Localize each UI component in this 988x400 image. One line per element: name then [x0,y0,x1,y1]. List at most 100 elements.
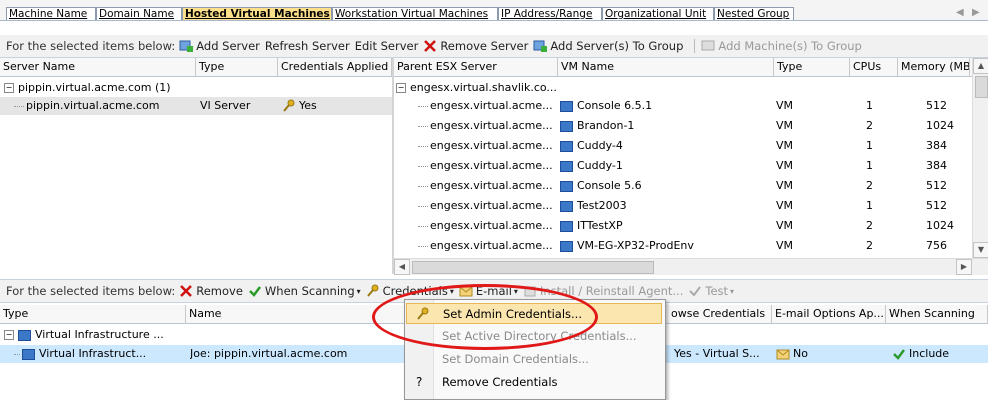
when-scanning-button[interactable]: When Scanning ▾ [248,284,361,298]
tab-machine-name[interactable]: Machine Name [6,7,96,20]
vm-type: VM [776,159,794,172]
col-type[interactable]: Type [196,58,278,76]
col-server-name[interactable]: Server Name [0,58,196,76]
remove-server-button[interactable]: Remove Server [423,39,528,53]
vm-icon [560,180,573,192]
collapse-icon[interactable]: − [396,83,406,93]
parent-esx-cell: engesx.virtual.acme... [418,97,556,115]
credentials-button[interactable]: Credentials ▾ [366,284,454,298]
col-vm-name[interactable]: VM Name [558,58,774,76]
table-row[interactable]: engesx.virtual.acme... Console 5.6 VM 2 … [394,177,972,195]
scroll-right-icon[interactable]: ▶ [956,259,972,275]
table-row[interactable]: engesx.virtual.acme... Cuddy-4 VM 1 384 [394,137,972,155]
col-parent-esx[interactable]: Parent ESX Server [394,58,558,76]
vm-memory: 384 [926,139,947,152]
scroll-thumb-h[interactable] [412,261,654,274]
horizontal-scrollbar[interactable]: ◀ ▶ [394,258,988,275]
vm-name-cell: ITTestXP [560,217,770,235]
tab-prev-icon[interactable]: ◀ [956,7,964,18]
vm-name-cell: Cuddy-1 [560,157,770,175]
tree-line [418,125,428,127]
server-row[interactable]: pippin.virtual.acme.com VI Server Yes [0,97,392,115]
tree-line [418,145,428,147]
tree-line [418,185,428,187]
tab-nested-group[interactable]: Nested Group [714,7,794,20]
vertical-scrollbar[interactable]: ▲ ▼ [972,58,988,258]
parent-esx-cell: engesx.virtual.acme... [418,177,556,195]
add-server-button[interactable]: Add Server [179,39,260,53]
table-row[interactable]: engesx.virtual.acme... VM-EG-XP32-ProdEn… [394,237,972,255]
key-icon [366,284,380,298]
vi-email-cell: No [776,345,884,363]
parent-esx-cell: engesx.virtual.acme... [418,157,556,175]
parent-esx: engesx.virtual.acme... [430,199,553,212]
vi-email: No [793,347,808,360]
col-type[interactable]: Type [0,305,186,323]
col-browse-credentials[interactable]: owse Credentials [668,305,772,323]
remove-button[interactable]: Remove [179,284,243,298]
check-icon [892,347,906,361]
col-memory[interactable]: Memory (MB [898,58,970,76]
menu-item-label: Set Admin Credentials... [443,307,582,321]
table-row[interactable]: engesx.virtual.acme... Brandon-1 VM 2 10… [394,117,972,135]
email-button[interactable]: E-mail ▾ [459,284,518,298]
tab-ip-address-range[interactable]: IP Address/Range [498,7,602,20]
tab-organizational-unit[interactable]: Organizational Unit [602,7,714,20]
tab-domain-name[interactable]: Domain Name [96,7,182,20]
collapse-icon[interactable]: − [4,83,14,93]
add-server-label: Add Server [196,39,260,53]
vm-cpus: 1 [866,199,873,212]
add-machines-to-group-button[interactable]: Add Machine(s) To Group [701,39,862,53]
parent-esx-cell: engesx.virtual.acme... [418,117,556,135]
refresh-server-button[interactable]: Refresh Server [265,39,350,53]
tab-workstation-virtual-machines[interactable]: Workstation Virtual Machines [332,7,498,20]
tab-next-icon[interactable]: ▶ [972,7,980,18]
col-when-scanning[interactable]: When Scanning [886,305,988,323]
tab-hosted-virtual-machines[interactable]: Hosted Virtual Machines [182,7,332,20]
test-button[interactable]: Test ▾ [688,284,734,298]
right-table-header: Parent ESX Server VM Name Type CPUs Memo… [394,58,988,77]
table-row[interactable]: engesx.virtual.acme... Test2003 VM 1 512 [394,197,972,215]
vm-name: Console 6.5.1 [577,99,653,112]
tree-line [418,245,428,247]
table-row[interactable]: engesx.virtual.acme... Console 6.5.1 VM … [394,97,972,115]
menu-item-set-active-directory-credentials[interactable]: Set Active Directory Credentials... [406,326,662,347]
table-row[interactable]: engesx.virtual.acme... Cuddy-1 VM 1 384 [394,157,972,175]
menu-item-label: Set Active Directory Credentials... [442,329,637,343]
col-vm-type[interactable]: Type [774,58,850,76]
vm-cpus: 1 [866,139,873,152]
parent-esx-cell: engesx.virtual.acme... [418,217,556,235]
col-email-options[interactable]: E-mail Options Ap... [772,305,886,323]
menu-item-set-admin-credentials[interactable]: Set Admin Credentials... [406,303,662,324]
vi-browse: Yes - Virtual S... [674,347,760,360]
col-credentials-applied[interactable]: Credentials Applied [278,58,392,76]
scroll-up-icon[interactable]: ▲ [973,58,988,74]
dropdown-arrow-icon: ▾ [356,286,361,296]
scroll-thumb[interactable] [975,76,988,98]
scroll-left-icon[interactable]: ◀ [394,259,410,275]
menu-item-set-domain-credentials[interactable]: Set Domain Credentials... [406,349,662,370]
col-cpus[interactable]: CPUs [850,58,898,76]
esx-group-row[interactable]: − engesx.virtual.shavlik.co... [396,79,956,97]
table-row[interactable]: engesx.virtual.acme... ITTestXP VM 2 102… [394,217,972,235]
parent-esx: engesx.virtual.acme... [430,99,553,112]
add-servers-to-group-button[interactable]: Add Server(s) To Group [533,39,683,53]
edit-server-button[interactable]: Edit Server [355,39,419,53]
scroll-down-icon[interactable]: ▼ [973,242,988,258]
server-group-row[interactable]: − pippin.virtual.acme.com (1) [4,79,384,97]
vi-name: Joe: pippin.virtual.acme.com [190,347,348,360]
vm-icon [560,220,573,232]
install-agent-button[interactable]: Install / Reinstall Agent... [523,284,683,298]
menu-item-remove-credentials[interactable]: ? Remove Credentials [406,372,662,393]
vi-group-label: Virtual Infrastructure ... [35,328,164,341]
col-name[interactable]: Name [186,305,406,323]
vi-scanning: Include [909,347,950,360]
vm-icon [560,120,573,132]
vm-cpus: 2 [866,219,873,232]
remove-x-icon [179,284,193,298]
install-icon [523,284,537,298]
server-group-label: pippin.virtual.acme.com (1) [18,81,171,94]
vm-name: Test2003 [577,199,627,212]
vi-group-row[interactable]: − Virtual Infrastructure ... [4,326,404,344]
collapse-icon[interactable]: − [4,330,14,340]
